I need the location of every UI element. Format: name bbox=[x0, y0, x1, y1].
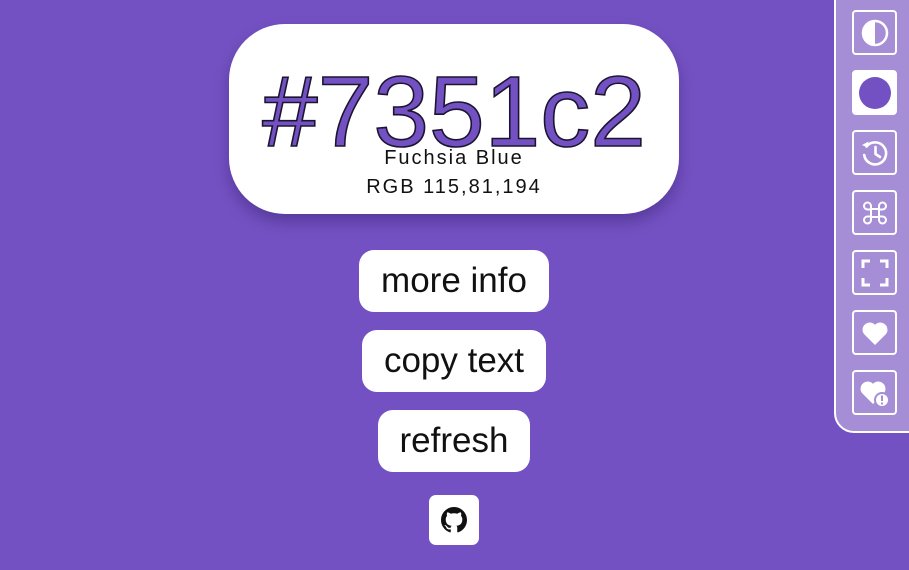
fullscreen-button[interactable] bbox=[852, 250, 897, 295]
color-swatch-button[interactable] bbox=[852, 70, 897, 115]
github-icon bbox=[441, 507, 467, 533]
color-card: #7351c2 Fuchsia Blue RGB 115,81,194 bbox=[229, 24, 679, 214]
favorites-info-button[interactable] bbox=[852, 370, 897, 415]
history-button[interactable] bbox=[852, 130, 897, 175]
refresh-button[interactable]: refresh bbox=[378, 410, 530, 472]
fullscreen-icon bbox=[861, 259, 888, 286]
sidebar bbox=[834, 0, 909, 433]
more-info-button[interactable]: more info bbox=[359, 250, 549, 312]
contrast-toggle-button[interactable] bbox=[852, 10, 897, 55]
shortcuts-button[interactable] bbox=[852, 190, 897, 235]
color-swatch-icon bbox=[858, 76, 891, 109]
page: #7351c2 Fuchsia Blue RGB 115,81,194 more… bbox=[0, 0, 909, 570]
heart-info-icon bbox=[860, 381, 890, 408]
color-name: Fuchsia Blue bbox=[384, 147, 524, 169]
favorite-button[interactable] bbox=[852, 310, 897, 355]
history-icon bbox=[861, 140, 887, 166]
contrast-icon bbox=[861, 19, 888, 46]
heart-icon bbox=[862, 322, 887, 345]
rgb-value: RGB 115,81,194 bbox=[366, 176, 542, 198]
github-link[interactable] bbox=[429, 495, 479, 545]
copy-text-button[interactable]: copy text bbox=[362, 330, 546, 392]
command-key-icon bbox=[862, 201, 887, 224]
